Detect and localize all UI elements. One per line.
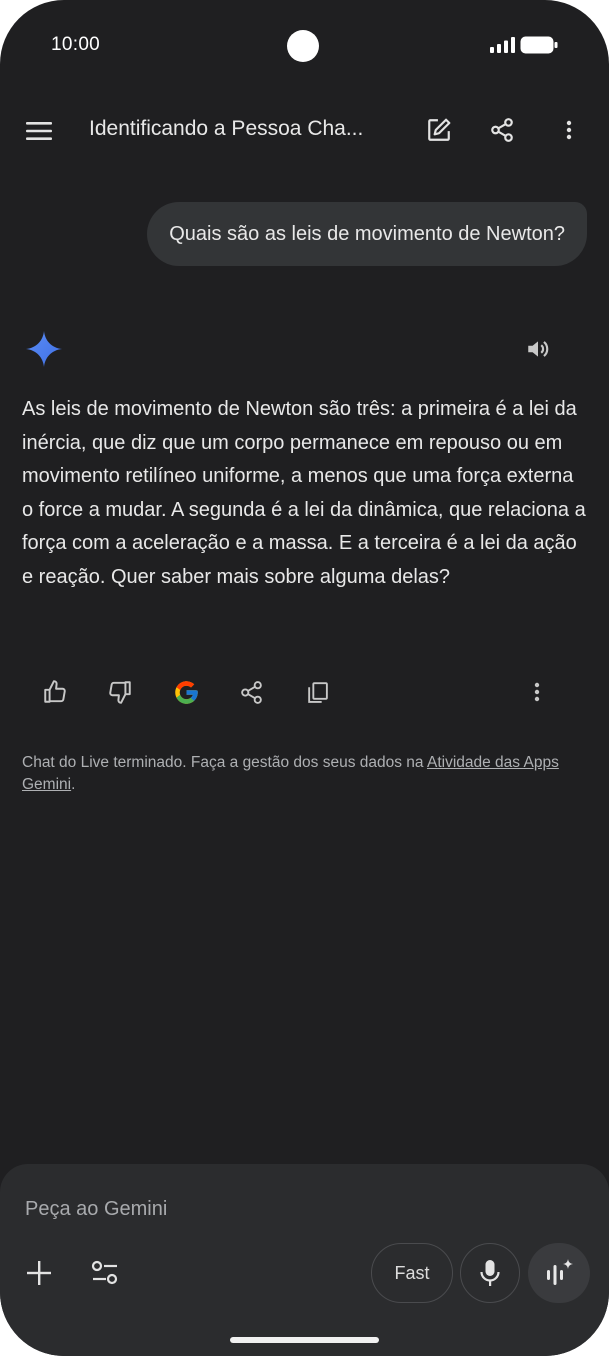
microphone-button[interactable] xyxy=(460,1243,520,1303)
edit-icon xyxy=(428,118,451,141)
thumbs-up-button[interactable] xyxy=(33,670,77,714)
live-chat-ended-notice: Chat do Live terminado. Faça a gestão do… xyxy=(22,752,592,796)
home-indicator[interactable] xyxy=(230,1337,379,1343)
tools-button[interactable] xyxy=(84,1252,126,1294)
add-attachment-button[interactable] xyxy=(18,1252,60,1294)
status-time: 10:00 xyxy=(51,34,101,55)
camera-cutout xyxy=(287,30,319,62)
google-icon xyxy=(174,680,198,704)
gemini-star-icon xyxy=(26,331,62,367)
new-chat-button[interactable] xyxy=(418,109,460,151)
model-mode-button[interactable]: Fast xyxy=(371,1243,453,1303)
signal-icon xyxy=(490,37,515,53)
composer: Fast xyxy=(0,1164,609,1356)
thumbs-up-icon xyxy=(44,680,66,703)
copy-icon xyxy=(307,681,328,703)
prompt-input[interactable] xyxy=(25,1194,565,1224)
microphone-icon xyxy=(480,1260,500,1286)
thumbs-down-button[interactable] xyxy=(98,670,142,714)
tools-icon xyxy=(91,1260,118,1285)
status-bar: 10:00 xyxy=(0,0,609,90)
menu-button[interactable] xyxy=(18,110,60,152)
gemini-live-button[interactable] xyxy=(528,1243,590,1303)
battery-icon xyxy=(520,36,558,54)
response-actions xyxy=(0,670,609,714)
thumbs-down-icon xyxy=(109,681,131,704)
share-icon xyxy=(240,680,262,704)
copy-response-button[interactable] xyxy=(295,670,339,714)
read-aloud-button[interactable] xyxy=(517,328,559,370)
more-options-button[interactable] xyxy=(548,109,590,151)
share-chat-button[interactable] xyxy=(481,109,523,151)
chat-title: Identificando a Pessoa Cha... xyxy=(89,117,364,140)
live-waveform-icon xyxy=(547,1259,573,1285)
notice-text: Chat do Live terminado. Faça a gestão do… xyxy=(22,754,427,771)
more-vert-icon xyxy=(566,120,572,140)
user-message-bubble: Quais são as leis de movimento de Newton… xyxy=(147,202,587,266)
response-more-button[interactable] xyxy=(515,670,559,714)
phone-screen: 10:00 Identificando a Pessoa Cha... Quai… xyxy=(0,0,609,1356)
notice-period: . xyxy=(71,776,76,793)
plus-icon xyxy=(27,1261,51,1285)
gemini-response-text: As leis de movimento de Newton são três:… xyxy=(22,398,586,588)
share-icon xyxy=(491,118,513,142)
more-vert-icon xyxy=(534,682,540,702)
speaker-icon xyxy=(528,341,549,357)
app-bar: Identificando a Pessoa Cha... xyxy=(0,100,609,160)
share-response-button[interactable] xyxy=(229,670,273,714)
menu-icon xyxy=(26,122,52,140)
google-search-button[interactable] xyxy=(164,670,208,714)
